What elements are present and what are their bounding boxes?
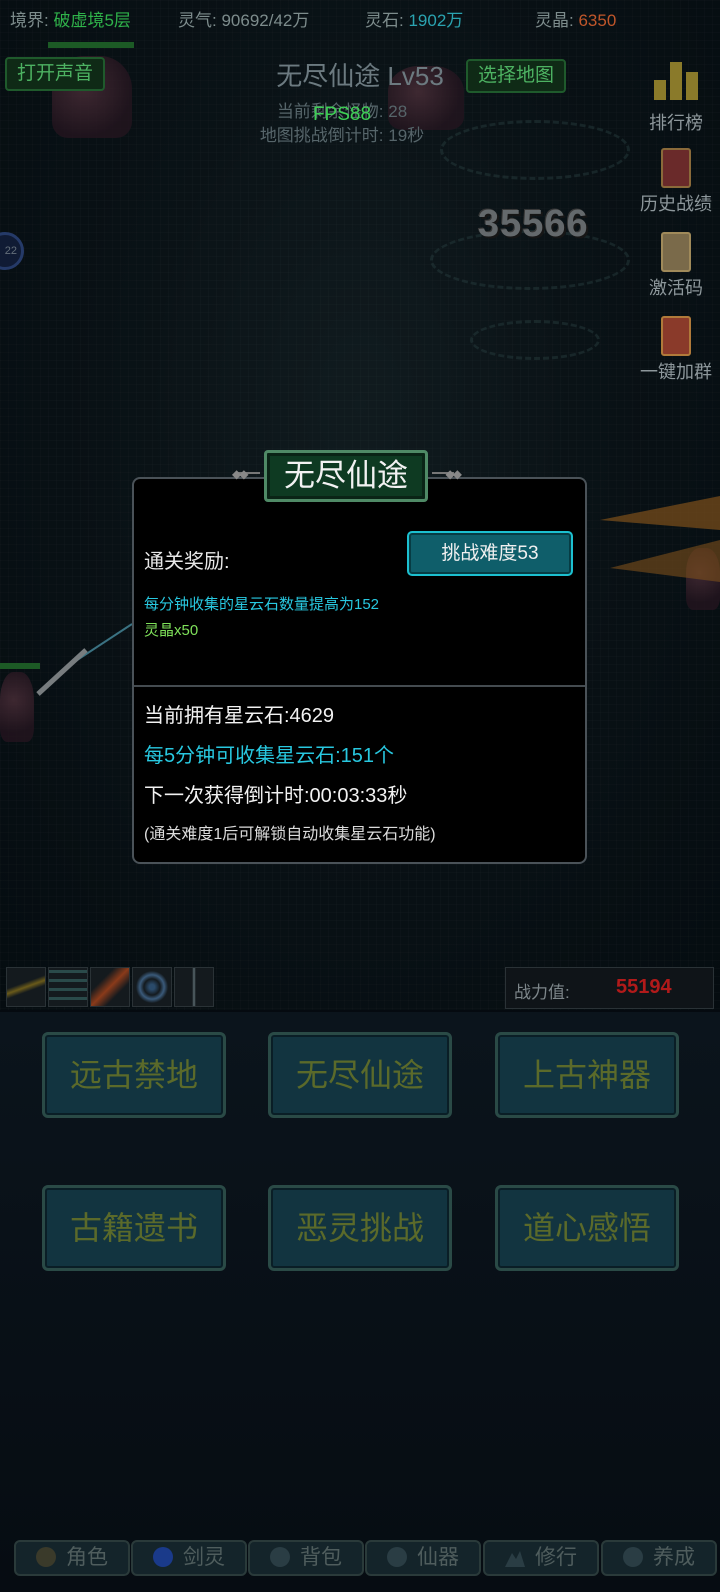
status-bar: 境界: 破虚境5层 灵气: 90692/42万 灵石: 1902万 灵晶: 63… (10, 6, 710, 30)
record-book-icon (661, 148, 691, 188)
side-item-label: 排行榜 (649, 113, 703, 133)
realm-label: 境界: (10, 11, 49, 30)
tab-label: 养成 (653, 1546, 695, 1569)
side-item-label: 激活码 (649, 278, 703, 298)
title-ornament-right (426, 467, 460, 483)
challenge-difficulty-button[interactable]: 挑战难度53 (407, 531, 573, 576)
power-label: 战力值: (514, 983, 570, 1002)
next-countdown: 下一次获得倒计时:00:03:33秒 (144, 785, 408, 807)
crystal-value: 6350 (578, 11, 617, 30)
mountain-icon (505, 1551, 525, 1567)
vortex-skill-icon[interactable] (132, 967, 172, 1007)
mode-ancient-books[interactable]: 古籍遗书 (42, 1185, 226, 1271)
qi-stat: 灵气: 90692/42万 (178, 6, 309, 31)
side-item-leaderboard[interactable]: 排行榜 (636, 58, 716, 135)
mode-ancient-artifact[interactable]: 上古神器 (495, 1032, 679, 1118)
mode-dao-heart[interactable]: 道心感悟 (495, 1185, 679, 1271)
side-item-join-group[interactable]: 一键加群 (636, 316, 716, 384)
combat-power: 战力值: 55194 (505, 967, 714, 1009)
select-map-button[interactable]: 选择地图 (466, 59, 567, 93)
crystal-stat: 灵晶: 6350 (535, 6, 616, 31)
mode-endless-path[interactable]: 无尽仙途 (268, 1032, 452, 1118)
blade-skill-icon[interactable] (174, 967, 214, 1007)
reward-nebula-rate: 每分钟收集的星云石数量提高为152 (144, 596, 380, 613)
side-item-label: 历史战绩 (640, 194, 712, 214)
mode-ancient-forbidden-land[interactable]: 远古禁地 (42, 1032, 226, 1118)
stone-value: 1902万 (408, 11, 464, 30)
dialog-title: 无尽仙途 (264, 450, 428, 502)
wind-skill-icon[interactable] (48, 967, 88, 1007)
tab-character[interactable]: 角色 (14, 1540, 130, 1576)
qi-value: 90692/42万 (221, 11, 310, 30)
map-title: 无尽仙途 Lv53 (276, 61, 444, 91)
challenge-timer: 地图挑战倒计时: 19秒 (259, 126, 425, 145)
divider (134, 685, 585, 687)
tab-label: 剑灵 (183, 1546, 225, 1569)
tab-cultivation[interactable]: 修行 (483, 1540, 599, 1576)
power-value: 55194 (616, 976, 672, 998)
stone-label: 灵石: (365, 11, 404, 30)
crystal-label: 灵晶: (535, 11, 574, 30)
collect-rate: 每5分钟可收集星云石:151个 (144, 745, 395, 767)
tab-label: 角色 (66, 1546, 108, 1569)
group-scroll-icon (661, 316, 691, 356)
tab-label: 修行 (535, 1546, 577, 1569)
bar-chart-icon (654, 62, 698, 100)
title-ornament-left (232, 467, 266, 483)
stone-stat: 灵石: 1902万 (365, 6, 463, 31)
tab-nurture[interactable]: 养成 (601, 1540, 717, 1576)
endless-path-dialog: 通关奖励: 挑战难度53 每分钟收集的星云石数量提高为152 灵晶x50 当前拥… (132, 477, 587, 864)
artifact-icon (387, 1547, 407, 1567)
tab-label: 背包 (300, 1546, 342, 1569)
qi-label: 灵气: (178, 11, 217, 30)
tab-sword-spirit[interactable]: 剑灵 (131, 1540, 247, 1576)
feather-skill-icon[interactable] (90, 967, 130, 1007)
cultivate-icon (623, 1547, 643, 1567)
mode-evil-spirit-challenge[interactable]: 恶灵挑战 (268, 1185, 452, 1271)
dialog-title-plate: 无尽仙途 (232, 450, 460, 502)
skill-bar (6, 967, 214, 1009)
tab-label: 仙器 (417, 1546, 459, 1569)
side-item-label: 一键加群 (640, 362, 712, 382)
tab-artifact[interactable]: 仙器 (365, 1540, 481, 1576)
side-item-history[interactable]: 历史战绩 (636, 148, 716, 216)
character-icon (36, 1547, 56, 1567)
scroll-icon (661, 232, 691, 272)
tab-bag[interactable]: 背包 (248, 1540, 364, 1576)
side-item-code[interactable]: 激活码 (636, 232, 716, 300)
realm-value: 破虚境5层 (53, 11, 131, 30)
unlock-note: (通关难度1后可解锁自动收集星云石功能) (144, 826, 436, 843)
reward-label: 通关奖励: (144, 551, 230, 573)
sword-spirit-icon (153, 1547, 173, 1567)
bag-icon (270, 1547, 290, 1567)
realm-stat: 境界: 破虚境5层 (10, 6, 131, 31)
owned-nebula-stones: 当前拥有星云石:4629 (144, 705, 335, 727)
sword-skill-icon[interactable] (6, 967, 46, 1007)
reward-crystal: 灵晶x50 (144, 622, 199, 639)
